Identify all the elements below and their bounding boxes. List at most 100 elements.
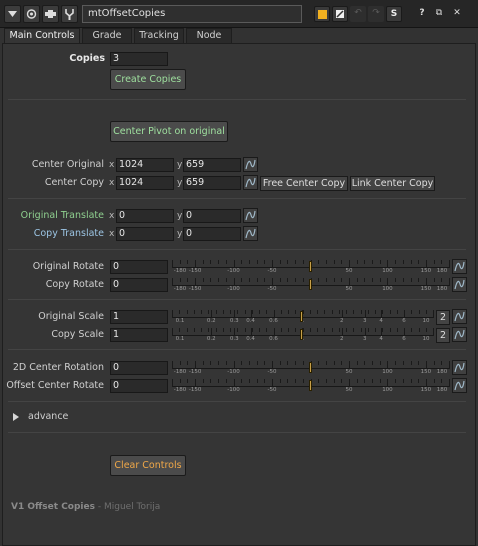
slider-minor-tick — [264, 361, 265, 365]
animation-curve-icon[interactable] — [243, 175, 258, 190]
slider-minor-tick — [179, 310, 180, 314]
create-copies-button[interactable]: Create Copies — [110, 69, 186, 90]
animation-curve-icon[interactable] — [452, 277, 467, 292]
original-translate-label: Original Translate — [20, 210, 104, 221]
slider-minor-tick — [411, 379, 412, 383]
slider-tick — [342, 328, 343, 336]
center-copy-y-input[interactable]: 659 — [183, 176, 241, 190]
clear-controls-button[interactable]: Clear Controls — [110, 455, 186, 476]
footer-credit: V1 Offset Copies - Miguel Torija — [11, 501, 160, 513]
slider-minor-tick — [203, 379, 204, 383]
slider-minor-tick — [223, 328, 224, 332]
center-original-x-input[interactable]: 1024 — [116, 158, 174, 172]
slider-tick — [211, 328, 212, 336]
y-axis-label: y — [177, 160, 183, 170]
center-original-y-input[interactable]: 659 — [183, 158, 241, 172]
link-center-copy-button[interactable]: Link Center Copy — [350, 176, 435, 191]
animation-curve-icon[interactable] — [452, 327, 467, 342]
original-translate-y-input[interactable]: 0 — [183, 209, 241, 223]
slider-tick-label: -50 — [267, 369, 277, 375]
original-rotate-label: Original Rotate — [32, 261, 104, 272]
free-center-copy-button[interactable]: Free Center Copy — [260, 176, 348, 191]
slider-minor-tick — [245, 328, 246, 332]
undo-icon[interactable]: ↶ — [350, 6, 366, 22]
animation-curve-icon[interactable] — [243, 226, 258, 241]
copy-scale-slider[interactable]: 0.10.20.30.40.61234610 — [172, 328, 434, 343]
copy-rotate-input[interactable]: 0 — [110, 278, 168, 292]
original-translate-x-input[interactable]: 0 — [116, 209, 174, 223]
animation-curve-icon[interactable] — [243, 157, 258, 172]
slider-knob[interactable] — [309, 261, 312, 272]
slider-minor-tick — [372, 278, 373, 282]
slider-tick-label: 0.1 — [175, 336, 185, 342]
animation-curve-icon[interactable] — [452, 360, 467, 375]
slider-minor-tick — [441, 278, 442, 282]
redo-icon[interactable]: ↷ — [368, 6, 384, 22]
slider-knob[interactable] — [309, 362, 312, 373]
original-scale-input[interactable]: 1 — [110, 310, 168, 324]
slider-minor-tick — [226, 278, 227, 282]
center-copy-x-input[interactable]: 1024 — [116, 176, 174, 190]
copies-input[interactable]: 3 — [110, 52, 168, 66]
original-rotate-input[interactable]: 0 — [110, 260, 168, 274]
channel-count-button[interactable]: 2 — [436, 328, 450, 343]
help-icon[interactable]: ? — [414, 6, 430, 22]
copy-scale-input[interactable]: 1 — [110, 328, 168, 342]
tab-main-controls[interactable]: Main Controls — [4, 28, 80, 43]
float-icon[interactable]: ⧉ — [431, 6, 447, 22]
centre-icon[interactable] — [42, 5, 59, 23]
s-icon[interactable]: S — [386, 6, 402, 22]
slider-knob[interactable] — [300, 329, 303, 340]
node-color-icon[interactable] — [314, 6, 330, 22]
slider-minor-tick — [375, 310, 376, 314]
animation-curve-icon[interactable] — [452, 309, 467, 324]
slider-knob[interactable] — [309, 380, 312, 391]
brush-icon[interactable] — [332, 6, 348, 22]
slider-tick-label: -150 — [188, 268, 202, 274]
slider-tick-label: -180 — [173, 268, 187, 274]
slider-tick-label: 2 — [340, 318, 344, 324]
channel-count-button[interactable]: 2 — [436, 310, 450, 325]
copy-translate-x-input[interactable]: 0 — [116, 227, 174, 241]
slider-tick-label: 150 — [420, 286, 432, 292]
expand-arrow-icon[interactable] — [13, 413, 19, 421]
slider-minor-tick — [390, 328, 391, 332]
center-rotation-2d-input[interactable]: 0 — [110, 361, 168, 375]
slider-minor-tick — [395, 379, 396, 383]
animation-curve-icon[interactable] — [452, 378, 467, 393]
close-icon[interactable]: ✕ — [449, 6, 465, 22]
slider-minor-tick — [403, 361, 404, 365]
animation-curve-icon[interactable] — [452, 259, 467, 274]
viewer-icon[interactable] — [23, 5, 40, 23]
slider-minor-tick — [433, 310, 434, 314]
slider-knob[interactable] — [300, 311, 303, 322]
advance-group-label[interactable]: advance — [28, 410, 68, 424]
copy-translate-y-input[interactable]: 0 — [183, 227, 241, 241]
node-name-field[interactable]: mtOffsetCopies — [82, 5, 302, 23]
settings-icon[interactable] — [61, 5, 78, 23]
slider-minor-tick — [449, 379, 450, 383]
tab-tracking[interactable]: Tracking — [134, 28, 184, 43]
y-axis-label: y — [177, 178, 183, 188]
offset-center-rotate-input[interactable]: 0 — [110, 379, 168, 393]
slider-minor-tick — [434, 379, 435, 383]
tab-node[interactable]: Node — [186, 28, 232, 43]
slider-minor-tick — [303, 278, 304, 282]
offset-center-rotate-slider[interactable]: -180-150-100-50050100150180 — [172, 379, 450, 394]
slider-minor-tick — [287, 361, 288, 365]
tab-grade[interactable]: Grade — [82, 28, 132, 43]
slider-minor-tick — [237, 310, 238, 314]
original-scale-slider[interactable]: 0.10.20.30.40.61234610 — [172, 310, 434, 325]
divider — [8, 432, 466, 433]
slider-minor-tick — [349, 379, 350, 383]
animation-curve-icon[interactable] — [243, 208, 258, 223]
original-rotate-slider[interactable]: -180-150-100-50050100150180 — [172, 260, 450, 275]
center-pivot-button[interactable]: Center Pivot on original — [110, 121, 228, 142]
slider-minor-tick — [295, 310, 296, 314]
collapse-arrow-icon[interactable] — [4, 5, 21, 23]
slider-minor-tick — [249, 278, 250, 282]
slider-knob[interactable] — [309, 279, 312, 290]
center-rotation-2d-slider[interactable]: -180-150-100-50050100150180 — [172, 361, 450, 376]
slider-minor-tick — [404, 310, 405, 314]
copy-rotate-slider[interactable]: -180-150-100-50050100150180 — [172, 278, 450, 293]
